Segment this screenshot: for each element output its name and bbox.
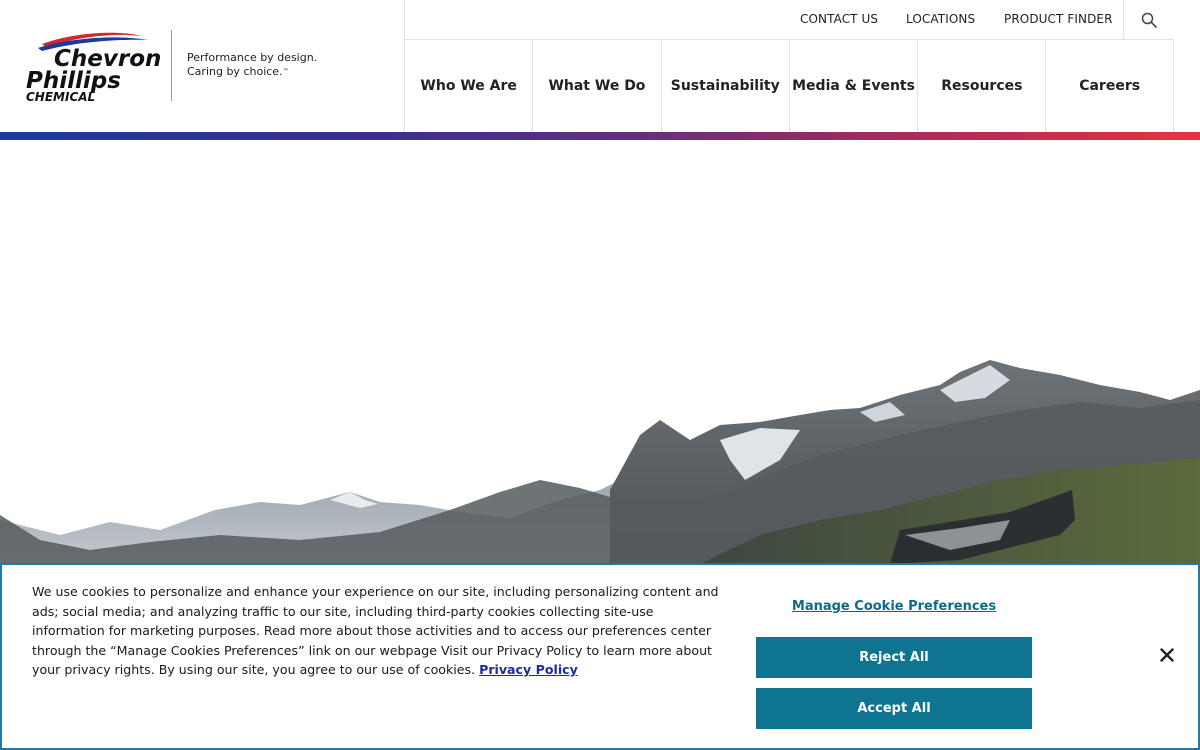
logo-line-3: CHEMICAL [26,90,95,104]
manage-cookie-preferences-link[interactable]: Manage Cookie Preferences [756,599,1032,614]
nav-item-who-we-are[interactable]: Who We Are [404,40,532,132]
accent-gradient-bar [0,132,1200,140]
privacy-policy-link[interactable]: Privacy Policy [479,662,578,677]
utility-nav: CONTACT US LOCATIONS PRODUCT FINDER [404,0,1174,40]
hero-banner [0,140,1200,564]
product-finder-link[interactable]: PRODUCT FINDER [1004,12,1113,26]
close-icon [1160,648,1174,662]
nav-item-careers[interactable]: Careers [1045,40,1174,132]
tagline-line-1: Performance by design. [187,51,318,64]
nav-item-resources[interactable]: Resources [917,40,1045,132]
company-logo[interactable]: Chevron Phillips CHEMICAL [24,30,164,104]
logo-divider [171,30,172,101]
search-button[interactable] [1123,0,1174,40]
accept-all-button[interactable]: Accept All [756,688,1032,729]
tagline-line-2: Caring by choice.™ [187,65,317,79]
cookie-consent-banner: We use cookies to personalize and enhanc… [0,563,1200,750]
brand-tagline: Performance by design. Caring by choice.… [187,51,317,79]
mountain-landscape-image [0,360,1200,564]
locations-link[interactable]: LOCATIONS [906,12,975,26]
trademark-symbol: ™ [282,68,289,75]
nav-item-media-events[interactable]: Media & Events [788,40,917,132]
contact-us-link[interactable]: CONTACT US [800,12,878,26]
nav-item-sustainability[interactable]: Sustainability [660,40,789,132]
reject-all-button[interactable]: Reject All [756,637,1032,678]
logo-graphic: Chevron Phillips CHEMICAL [26,32,161,104]
site-header: Chevron Phillips CHEMICAL Performance by… [0,0,1200,133]
cookie-message-text: We use cookies to personalize and enhanc… [32,584,719,677]
nav-item-what-we-do[interactable]: What We Do [532,40,660,132]
main-nav: Who We Are What We Do Sustainability Med… [404,40,1174,132]
cookie-message: We use cookies to personalize and enhanc… [32,582,722,680]
close-banner-button[interactable] [1157,645,1177,665]
search-icon [1141,12,1157,28]
tagline-line-2-text: Caring by choice. [187,65,283,78]
